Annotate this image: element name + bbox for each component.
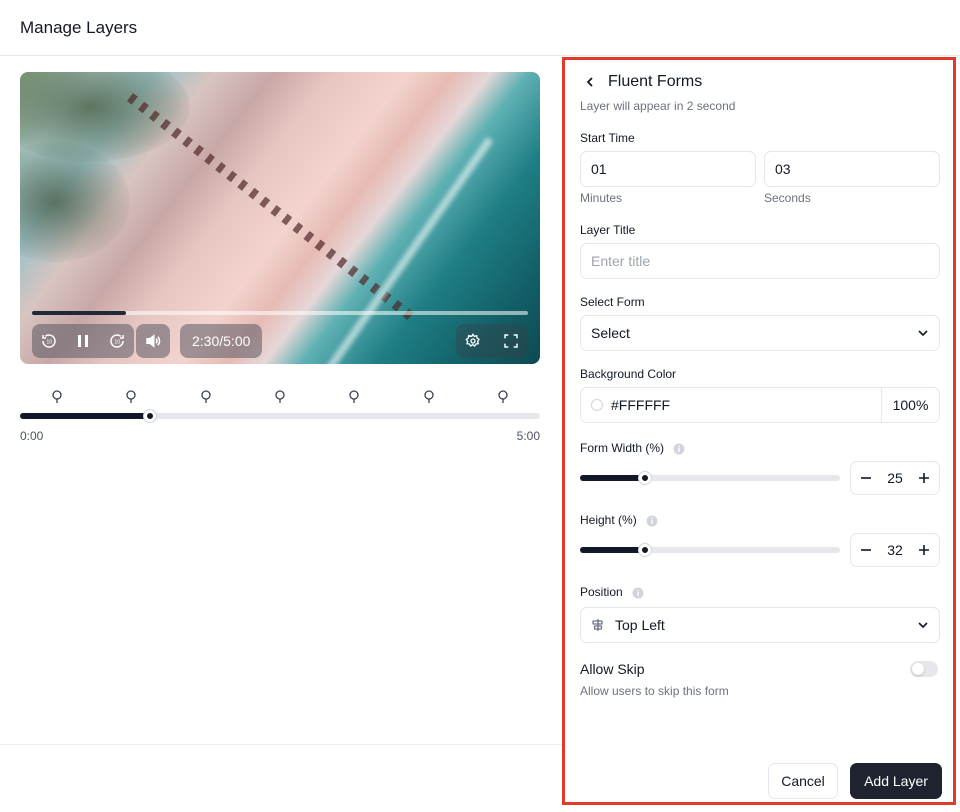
position-label: Position bbox=[580, 585, 644, 599]
plus-icon bbox=[918, 473, 929, 483]
minus-icon bbox=[861, 477, 871, 479]
height-slider[interactable] bbox=[580, 544, 840, 556]
pause-button[interactable] bbox=[66, 324, 100, 358]
layer-marker-icon[interactable] bbox=[124, 390, 138, 404]
volume-button[interactable] bbox=[136, 324, 170, 358]
layer-markers bbox=[20, 390, 540, 404]
footer-divider bbox=[0, 744, 562, 745]
allow-skip-description: Allow users to skip this form bbox=[580, 684, 729, 698]
form-width-slider[interactable] bbox=[580, 472, 840, 484]
select-form-value: Select bbox=[591, 325, 630, 341]
info-icon[interactable] bbox=[646, 515, 658, 527]
height-label: Height (%) bbox=[580, 513, 658, 527]
video-player[interactable]: 10 10 2:30/5:00 bbox=[20, 72, 540, 364]
position-dropdown[interactable]: Top Left bbox=[580, 607, 940, 643]
select-form-label: Select Form bbox=[580, 295, 645, 309]
cancel-button[interactable]: Cancel bbox=[768, 763, 838, 799]
layer-marker-icon[interactable] bbox=[199, 390, 213, 404]
volume-icon bbox=[146, 334, 161, 348]
height-slider-fill bbox=[580, 547, 645, 553]
gear-icon bbox=[465, 333, 480, 347]
time-display: 2:30/5:00 bbox=[180, 324, 263, 358]
color-swatch[interactable] bbox=[591, 399, 603, 411]
form-width-slider-fill bbox=[580, 475, 645, 481]
plus-icon bbox=[918, 545, 929, 555]
height-stepper: 32 bbox=[850, 533, 940, 567]
chevron-down-icon bbox=[918, 622, 928, 629]
video-settings-controls bbox=[456, 324, 528, 358]
forward-10-icon: 10 bbox=[110, 334, 124, 348]
settings-button[interactable] bbox=[456, 324, 490, 358]
timeline-end-label: 5:00 bbox=[516, 429, 540, 443]
seconds-input[interactable]: 03 bbox=[764, 151, 940, 187]
height-label-text: Height (%) bbox=[580, 513, 637, 527]
fullscreen-icon bbox=[504, 334, 518, 348]
svg-text:10: 10 bbox=[114, 340, 120, 346]
pause-icon bbox=[78, 335, 88, 347]
minutes-input[interactable]: 01 bbox=[580, 151, 756, 187]
add-layer-button[interactable]: Add Layer bbox=[850, 763, 942, 799]
seconds-hint: Seconds bbox=[764, 191, 811, 205]
layer-title-placeholder: Enter title bbox=[591, 253, 651, 269]
video-frame-detail bbox=[126, 93, 417, 323]
layer-title-input[interactable]: Enter title bbox=[580, 243, 940, 279]
align-icon bbox=[592, 619, 603, 631]
rewind-10-button[interactable]: 10 bbox=[32, 324, 66, 358]
color-hex-value: #FFFFFF bbox=[611, 397, 671, 413]
forward-10-button[interactable]: 10 bbox=[100, 324, 134, 358]
back-button[interactable] bbox=[580, 72, 600, 92]
height-increment[interactable] bbox=[909, 534, 939, 566]
form-width-label: Form Width (%) bbox=[580, 441, 685, 455]
start-time-label: Start Time bbox=[580, 131, 635, 145]
toggle-knob bbox=[912, 663, 924, 675]
form-width-decrement[interactable] bbox=[851, 462, 881, 494]
timeline-start-label: 0:00 bbox=[20, 429, 44, 443]
background-color-field[interactable]: #FFFFFF 100% bbox=[580, 387, 940, 423]
layer-timeline[interactable] bbox=[20, 410, 540, 422]
minutes-hint: Minutes bbox=[580, 191, 623, 205]
panel-subtitle: Layer will appear in 2 second bbox=[580, 99, 736, 113]
position-value: Top Left bbox=[615, 617, 665, 633]
layer-marker-icon[interactable] bbox=[347, 390, 361, 404]
video-progress-bar[interactable] bbox=[32, 311, 528, 315]
color-opacity-value[interactable]: 100% bbox=[881, 388, 939, 422]
page-title: Manage Layers bbox=[20, 18, 138, 37]
layer-marker-icon[interactable] bbox=[422, 390, 436, 404]
svg-text:10: 10 bbox=[46, 340, 52, 346]
info-icon[interactable] bbox=[673, 443, 685, 455]
select-form-dropdown[interactable]: Select bbox=[580, 315, 940, 351]
panel-title: Fluent Forms bbox=[608, 73, 703, 90]
height-decrement[interactable] bbox=[851, 534, 881, 566]
timeline-thumb[interactable] bbox=[144, 410, 156, 422]
form-width-label-text: Form Width (%) bbox=[580, 441, 664, 455]
layer-marker-icon[interactable] bbox=[496, 390, 510, 404]
volume-control bbox=[136, 324, 170, 358]
video-progress-fill bbox=[32, 311, 127, 315]
allow-skip-label: Allow Skip bbox=[580, 661, 645, 677]
chevron-left-icon bbox=[586, 77, 593, 87]
rewind-10-icon: 10 bbox=[42, 334, 56, 348]
playback-controls: 10 10 bbox=[32, 324, 134, 358]
info-icon[interactable] bbox=[632, 587, 644, 599]
timeline-fill bbox=[20, 413, 150, 419]
position-label-text: Position bbox=[580, 585, 623, 599]
header: Manage Layers bbox=[0, 0, 960, 56]
fullscreen-button[interactable] bbox=[494, 324, 528, 358]
layer-marker-icon[interactable] bbox=[273, 390, 287, 404]
allow-skip-toggle[interactable] bbox=[910, 661, 938, 677]
form-width-slider-thumb[interactable] bbox=[639, 472, 651, 484]
height-value[interactable]: 32 bbox=[887, 542, 903, 558]
background-color-label: Background Color bbox=[580, 367, 677, 381]
form-width-value[interactable]: 25 bbox=[887, 470, 903, 486]
layer-title-label: Layer Title bbox=[580, 223, 636, 237]
height-slider-thumb[interactable] bbox=[639, 544, 651, 556]
form-width-stepper: 25 bbox=[850, 461, 940, 495]
chevron-down-icon bbox=[918, 330, 928, 337]
layer-settings-panel: Fluent Forms Layer will appear in 2 seco… bbox=[562, 57, 956, 805]
form-width-increment[interactable] bbox=[909, 462, 939, 494]
minus-icon bbox=[861, 549, 871, 551]
layer-marker-icon[interactable] bbox=[50, 390, 64, 404]
